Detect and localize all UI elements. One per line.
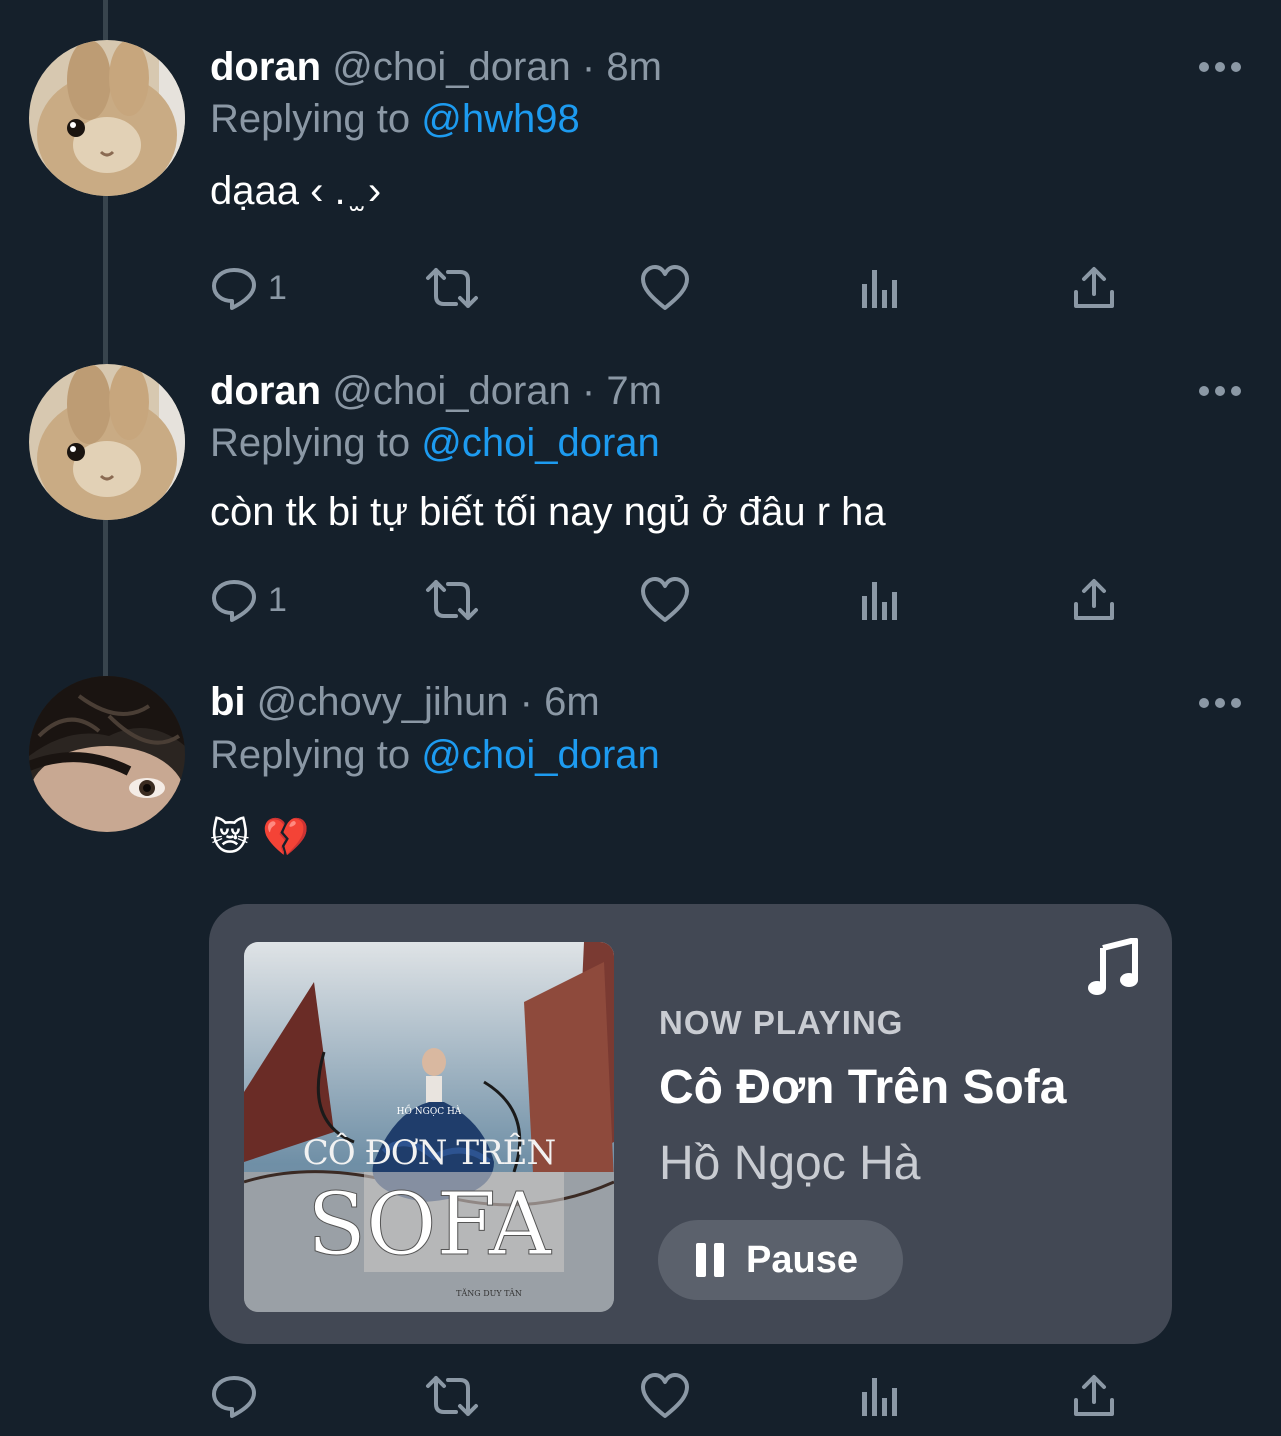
retweet-button[interactable] [424, 258, 480, 318]
timestamp[interactable]: 8m [606, 45, 662, 89]
share-icon [1074, 579, 1114, 620]
share-button[interactable] [1072, 570, 1116, 630]
mention-link[interactable]: @choi_doran [421, 421, 660, 465]
pause-button[interactable]: Pause [658, 1220, 903, 1300]
thread-connector [103, 0, 108, 40]
reply-button[interactable]: 1 [210, 570, 287, 630]
tweet-text: dạaa ‹ . ̫ › [210, 169, 382, 213]
like-button[interactable] [640, 570, 690, 630]
separator: · [581, 369, 596, 413]
retweet-button[interactable] [424, 1366, 480, 1426]
share-icon [1074, 1375, 1114, 1416]
broken-heart-emoji: 💔 [262, 817, 310, 859]
tweet-header: doran @choi_doran · 7m [210, 366, 662, 416]
reply-icon [212, 580, 256, 622]
avatar[interactable] [29, 40, 185, 196]
replying-prefix: Replying to [210, 733, 411, 777]
thread-connector [103, 196, 108, 364]
tweet-header: bi @chovy_jihun · 6m [210, 677, 600, 727]
reply-count: 1 [268, 268, 287, 307]
replying-prefix: Replying to [210, 421, 411, 465]
reply-button[interactable]: 1 [210, 258, 287, 318]
pause-label: Pause [746, 1238, 858, 1281]
mention-link[interactable]: @hwh98 [421, 97, 579, 141]
tweet-actions [210, 1366, 1130, 1426]
heart-icon [641, 1373, 689, 1418]
more-icon[interactable] [1198, 381, 1242, 401]
like-button[interactable] [640, 1366, 690, 1426]
timestamp[interactable]: 6m [544, 680, 600, 724]
song-artist: Hồ Ngọc Hà [659, 1137, 921, 1190]
separator: · [581, 45, 596, 89]
avatar[interactable] [29, 364, 185, 520]
pause-icon [696, 1243, 724, 1277]
like-button[interactable] [640, 258, 690, 318]
separator: · [519, 680, 533, 724]
views-button[interactable] [860, 258, 900, 318]
crying-cat-emoji: 😿 [210, 817, 250, 859]
views-icon [862, 1378, 897, 1416]
tweet-text: còn tk bi tự biết tối nay ngủ ở đâu r ha [210, 490, 886, 534]
thread-connector [103, 520, 108, 676]
views-icon [862, 270, 897, 308]
views-button[interactable] [860, 570, 900, 630]
display-name[interactable]: doran [210, 45, 321, 89]
album-producer-text: TĂNG DUY TÂN [456, 1289, 522, 1298]
replying-to: Replying to @choi_doran [210, 730, 660, 780]
user-handle[interactable]: @choi_doran [332, 45, 571, 89]
timestamp[interactable]: 7m [606, 369, 662, 413]
replying-prefix: Replying to [210, 97, 411, 141]
replying-to: Replying to @hwh98 [210, 94, 580, 144]
display-name[interactable]: bi [210, 680, 246, 724]
share-button[interactable] [1072, 1366, 1116, 1426]
retweet-icon [426, 1376, 478, 1416]
now-playing-card[interactable]: HỒ NGỌC HÀ CÔ ĐƠN TRÊN SOFA TĂNG DUY TÂN… [209, 904, 1172, 1344]
reply-icon [212, 1376, 256, 1418]
tweet-header: doran @choi_doran · 8m [210, 42, 662, 92]
retweet-icon [426, 268, 478, 308]
avatar[interactable] [29, 676, 185, 832]
user-handle[interactable]: @choi_doran [332, 369, 571, 413]
user-handle[interactable]: @chovy_jihun [257, 680, 509, 724]
retweet-icon [426, 580, 478, 620]
retweet-button[interactable] [424, 570, 480, 630]
heart-icon [641, 265, 689, 310]
more-icon[interactable] [1198, 693, 1242, 713]
heart-icon [641, 577, 689, 622]
album-art: HỒ NGỌC HÀ CÔ ĐƠN TRÊN SOFA TĂNG DUY TÂN [244, 942, 614, 1312]
reply-button[interactable] [210, 1366, 268, 1426]
reply-icon [212, 268, 256, 310]
views-button[interactable] [860, 1366, 900, 1426]
tweet-actions: 1 [210, 258, 1130, 318]
replying-to: Replying to @choi_doran [210, 418, 660, 468]
share-icon [1074, 267, 1114, 308]
song-title: Cô Đơn Trên Sofa [659, 1061, 1067, 1114]
album-title-line1: CÔ ĐƠN TRÊN [303, 1132, 556, 1173]
views-icon [862, 582, 897, 620]
more-icon[interactable] [1198, 57, 1242, 77]
now-playing-label: NOW PLAYING [659, 1004, 904, 1041]
display-name[interactable]: doran [210, 369, 321, 413]
mention-link[interactable]: @choi_doran [421, 733, 660, 777]
share-button[interactable] [1072, 258, 1116, 318]
reply-count: 1 [268, 580, 287, 619]
tweet-actions: 1 [210, 570, 1130, 630]
album-title-line2: SOFA [307, 1175, 552, 1275]
music-note-icon [1088, 938, 1138, 995]
